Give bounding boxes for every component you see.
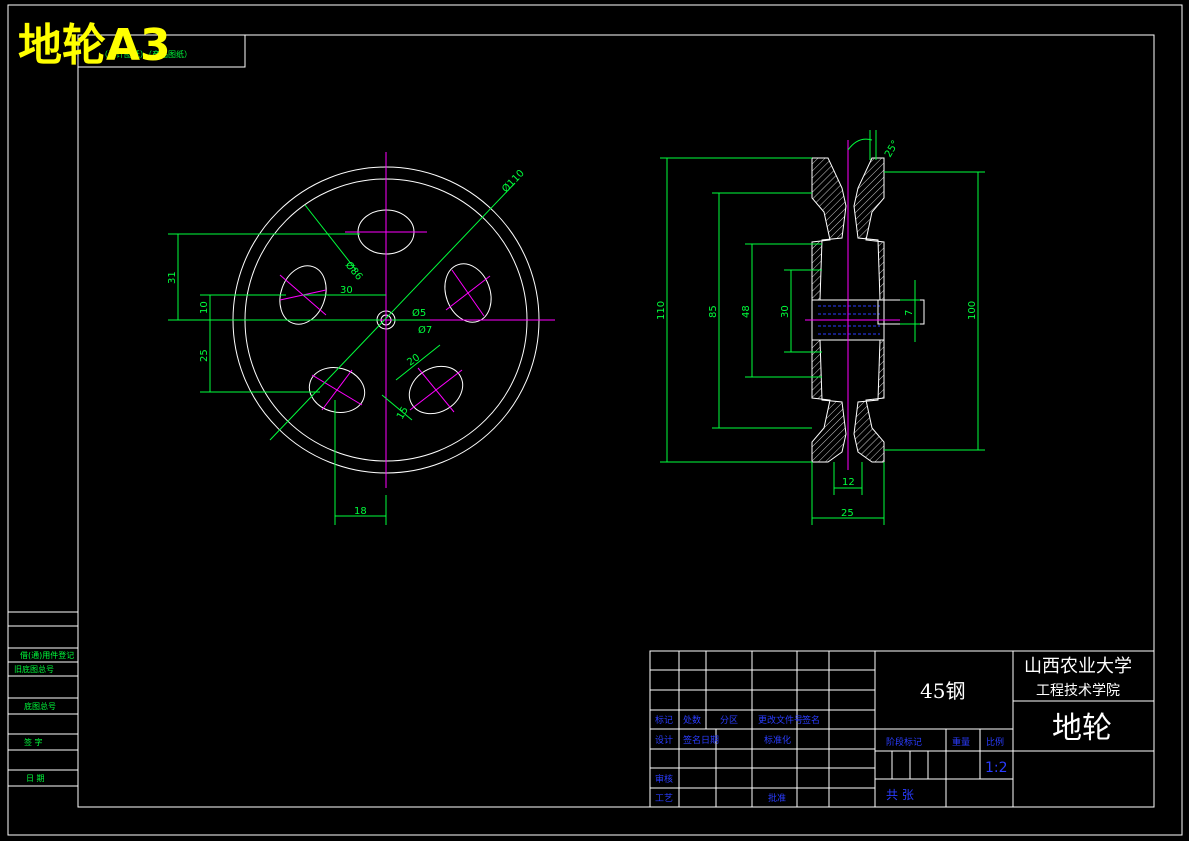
dim-d86: Ø86 <box>343 259 365 283</box>
dim-h7: 7 <box>904 310 915 316</box>
side-label-3: 签 字 <box>24 737 43 747</box>
side-label-0: 借(通)用件登记 <box>20 650 74 660</box>
tb-standard: 标准化 <box>764 734 791 746</box>
tb-mark: 标记 <box>655 714 673 726</box>
side-label-1: 旧底图总号 <box>14 664 54 674</box>
tb-review: 审核 <box>655 773 673 785</box>
tb-scale-label: 比例 <box>986 736 1004 748</box>
dim-w12: 12 <box>842 477 855 488</box>
tb-weight-label: 重量 <box>952 736 970 748</box>
tb-count: 处数 <box>683 714 701 726</box>
dim-v25: 25 <box>199 349 210 362</box>
material: 45钢 <box>920 679 965 703</box>
dim-h48: 48 <box>741 305 752 318</box>
tb-sheets-label: 共 张 <box>886 788 914 802</box>
engineering-drawing: （设计图纸）（产品图纸） 地轮A3 借(通)用件登记 旧底图总号 底图总号 签 … <box>7 4 1183 836</box>
front-view: Ø110 Ø86 31 30 10 25 Ø5 Ø7 20 15 18 <box>167 152 555 525</box>
dim-h110: 110 <box>656 301 667 320</box>
part-name: 地轮 <box>1052 711 1112 746</box>
sheet-title: 地轮A3 <box>18 20 171 71</box>
dim-angle: 25° <box>883 139 901 160</box>
section-view: 110 85 48 30 7 100 12 25 25° <box>656 130 985 525</box>
tb-stage-label: 阶段标记 <box>886 736 922 748</box>
college-name: 工程技术学院 <box>1036 683 1120 699</box>
dim-v30: 30 <box>340 285 353 296</box>
outer-frame <box>7 4 1183 836</box>
dim-d7: Ø7 <box>418 324 432 336</box>
side-label-4: 日 期 <box>26 774 45 783</box>
dim-h100: 100 <box>967 301 978 320</box>
dim-v31: 31 <box>167 271 178 284</box>
dim-w25: 25 <box>841 508 854 519</box>
dim-d110: Ø110 <box>500 167 527 195</box>
tb-change-doc: 更改文件号 <box>758 714 803 726</box>
side-label-2: 底图总号 <box>24 701 56 711</box>
dim-d5: Ø5 <box>412 307 426 319</box>
dim-v20: 20 <box>405 352 422 368</box>
tb-scale-value: 1:2 <box>985 760 1008 776</box>
side-strip <box>8 611 78 787</box>
tb-sign-date: 签名日期 <box>683 734 719 746</box>
dim-v18: 18 <box>354 506 367 517</box>
tb-approve: 批准 <box>768 792 786 804</box>
tb-zone: 分区 <box>720 715 738 726</box>
inner-frame <box>77 34 1155 808</box>
tb-process: 工艺 <box>655 793 673 804</box>
dim-h85: 85 <box>708 305 719 318</box>
dim-h30: 30 <box>780 305 791 318</box>
tb-design: 设计 <box>655 734 673 746</box>
dim-v10: 10 <box>199 301 210 314</box>
school-name: 山西农业大学 <box>1024 656 1132 677</box>
tb-sign: 签名 <box>802 714 820 726</box>
